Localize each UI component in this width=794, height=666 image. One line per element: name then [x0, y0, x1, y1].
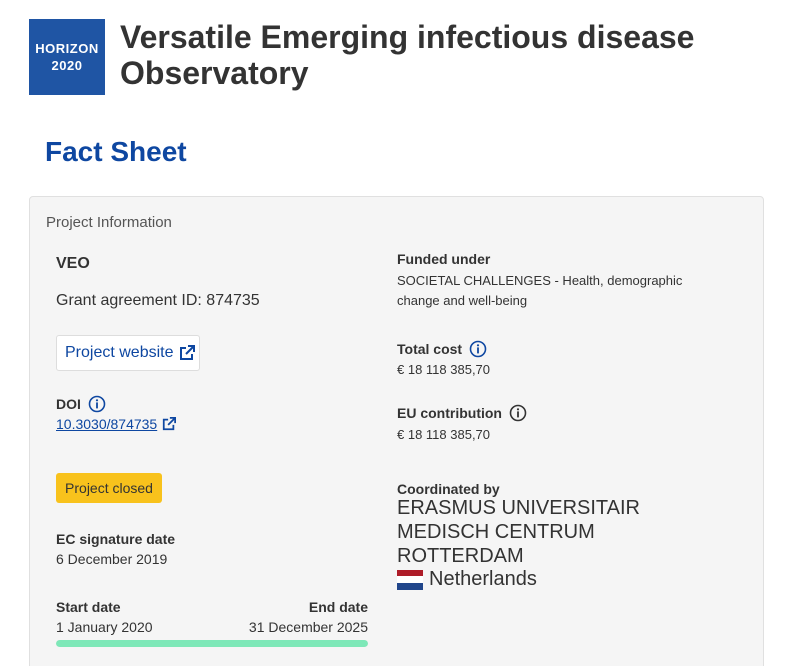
start-date-label: Start date — [56, 599, 121, 615]
doi-label: DOI — [56, 396, 81, 412]
coordinator-name: ERASMUS UNIVERSITAIR MEDISCH CENTRUM ROT… — [397, 497, 640, 567]
total-cost-value: € 18 118 385,70 — [397, 362, 491, 377]
progress-bar-fill — [56, 640, 368, 647]
coordinated-by-label: Coordinated by — [397, 481, 500, 497]
project-website-button[interactable]: Project website — [56, 335, 200, 371]
project-acronym: VEO — [56, 255, 90, 272]
doi-value: 10.3030/874735 — [56, 416, 158, 432]
start-date-value: 1 January 2020 — [56, 619, 153, 635]
project-website-label: Project website — [65, 344, 174, 361]
doi-label-row: DOI — [56, 395, 106, 413]
funded-under-value: SOCIETAL CHALLENGES - Health, demographi… — [397, 273, 683, 308]
status-badge: Project closed — [56, 473, 162, 503]
grant-agreement-id: Grant agreement ID: 874735 — [56, 292, 260, 309]
funded-under-label: Funded under — [397, 251, 491, 267]
flag-stripe-bottom — [397, 582, 423, 590]
netherlands-flag-icon — [397, 569, 423, 590]
external-link-icon — [163, 417, 177, 431]
total-cost-label: Total cost — [397, 341, 463, 357]
horizon-2020-logo: HORIZON 2020 — [29, 19, 105, 95]
panel-title: Project Information — [46, 214, 172, 231]
flag-stripe-middle — [397, 576, 423, 583]
total-cost-label-row: Total cost — [397, 340, 487, 358]
project-progress-bar — [56, 640, 368, 647]
info-icon[interactable] — [509, 404, 527, 422]
end-date-label: End date — [308, 599, 368, 615]
logo-line-1: HORIZON — [35, 41, 99, 56]
eu-contribution-label: EU contribution — [397, 405, 502, 421]
info-icon[interactable] — [88, 395, 106, 413]
flag-stripe-top — [397, 569, 423, 577]
project-information-panel: Project Information VEO Grant agreement … — [29, 196, 764, 666]
external-link-icon — [179, 345, 195, 360]
ec-signature-date-label: EC signature date — [56, 531, 176, 547]
country-name: Netherlands — [429, 568, 537, 590]
fact-sheet-heading: Fact Sheet — [45, 136, 187, 167]
page-header: HORIZON 2020 Versatile Emerging infectio… — [29, 19, 740, 95]
eu-contribution-value: € 18 118 385,70 — [397, 427, 491, 442]
info-icon[interactable] — [469, 340, 487, 358]
eu-contribution-label-row: EU contribution — [397, 404, 527, 422]
doi-link[interactable]: 10.3030/874735 — [56, 416, 177, 432]
project-title: Versatile Emerging infectious disease Ob… — [120, 19, 695, 91]
coordinator-country: Netherlands — [397, 568, 537, 591]
end-date-value: 31 December 2025 — [248, 619, 368, 635]
ec-signature-date-value: 6 December 2019 — [56, 551, 168, 567]
logo-line-2: 2020 — [51, 58, 83, 73]
